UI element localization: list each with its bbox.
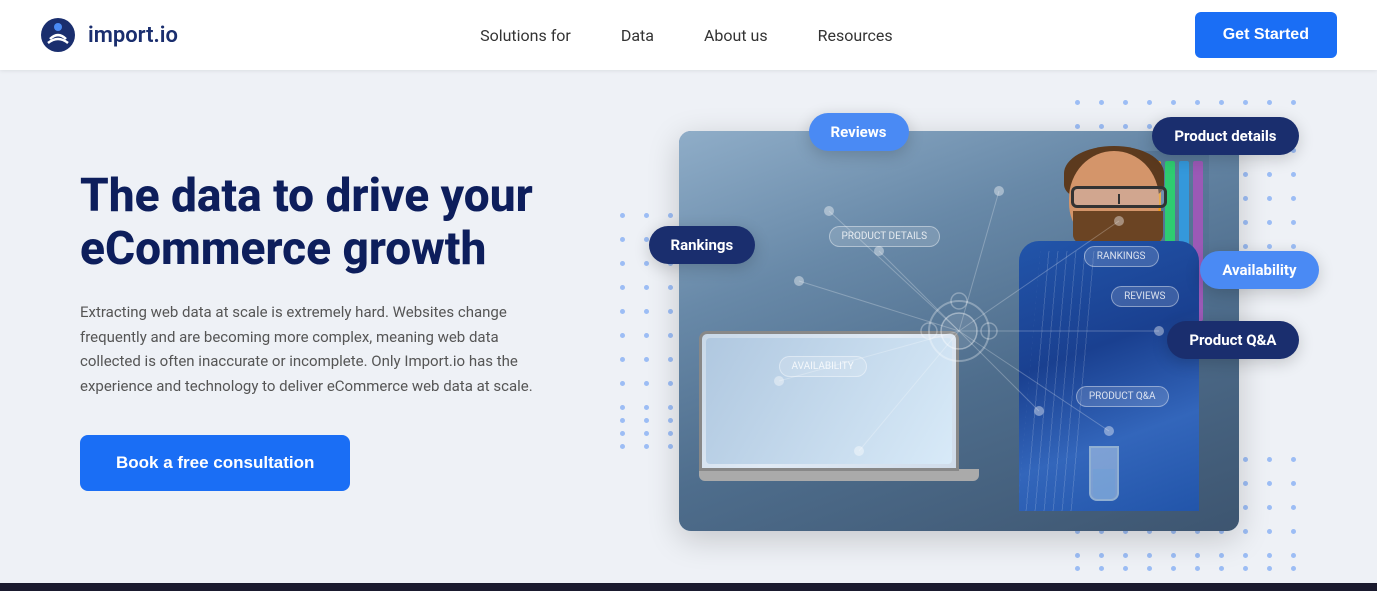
brand-name: import.io [88,23,178,48]
hero-right: (function(){ const dp = document.querySe… [600,70,1317,591]
floating-label-availability: Availability [1200,251,1318,289]
nav-resources[interactable]: Resources [818,26,893,45]
image-container: Reviews Product details Rankings Availab… [679,131,1239,531]
nav-links: Solutions for Data About us Resources [480,26,893,45]
ghost-label-product-details: PRODUCT DETAILS [829,226,941,247]
floating-label-product-details: Product details [1152,117,1298,155]
nav-solutions[interactable]: Solutions for [480,26,571,45]
logo-area: import.io [40,17,178,53]
hero-section: The data to drive your eCommerce growth … [0,70,1377,591]
floating-label-rankings: Rankings [649,226,756,264]
book-consultation-button[interactable]: Book a free consultation [80,435,350,491]
ghost-label-reviews: REVIEWS [1111,286,1178,307]
floating-label-reviews: Reviews [809,113,909,151]
floating-label-product-qa: Product Q&A [1167,321,1298,359]
get-started-button[interactable]: Get Started [1195,12,1337,58]
hero-image: PRODUCT DETAILS RANKINGS REVIEWS AVAILAB… [679,131,1239,531]
nav-about[interactable]: About us [704,26,768,45]
ghost-label-product-qa: PRODUCT Q&A [1076,386,1169,407]
photo-simulation: PRODUCT DETAILS RANKINGS REVIEWS AVAILAB… [679,131,1239,531]
navbar: import.io Solutions for Data About us Re… [0,0,1377,70]
ghost-label-rankings: RANKINGS [1084,246,1159,267]
ghost-label-availability: AVAILABILITY [779,356,867,377]
logo-icon [40,17,76,53]
nav-data[interactable]: Data [621,26,654,45]
network-lines [679,131,1239,531]
bottom-bar [0,583,1377,591]
hero-description: Extracting web data at scale is extremel… [80,300,550,399]
hero-title: The data to drive your eCommerce growth [80,170,600,276]
hero-left: The data to drive your eCommerce growth … [80,170,600,491]
